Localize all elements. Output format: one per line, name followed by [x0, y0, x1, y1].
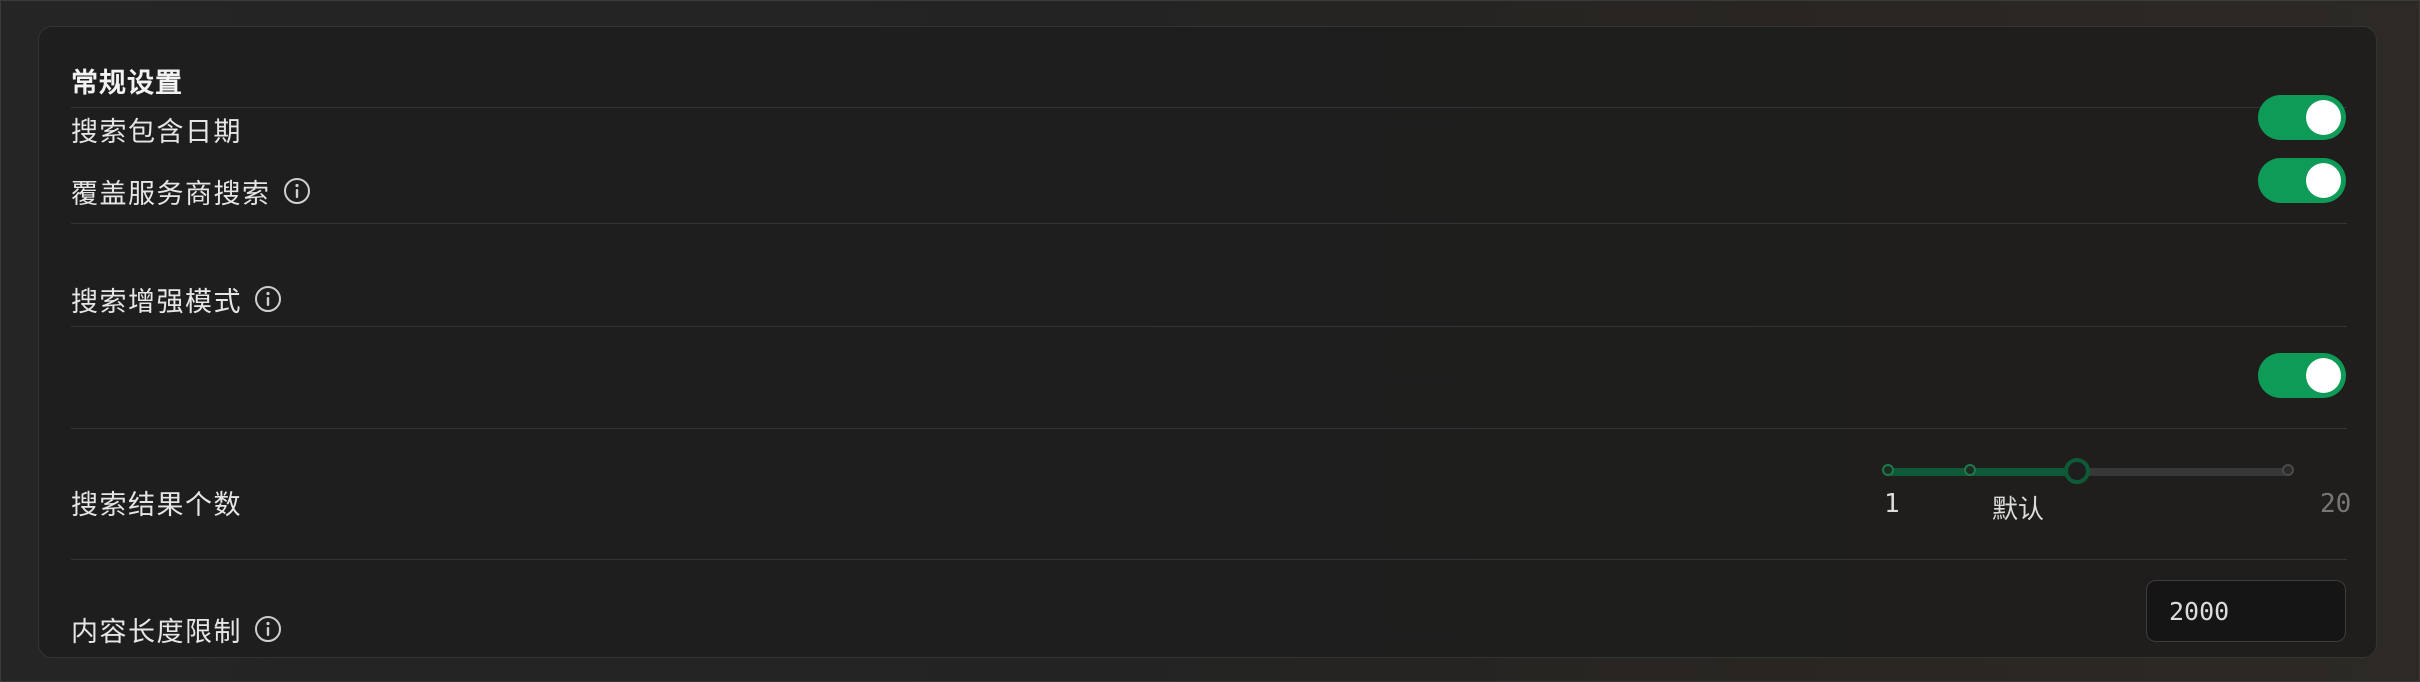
divider	[71, 107, 2347, 108]
slider-stop-default	[1964, 464, 1976, 476]
toggle-knob	[2306, 100, 2341, 135]
slider-thumb[interactable]	[2064, 458, 2090, 484]
setting-row-override-provider: 覆盖服务商搜索	[71, 161, 311, 221]
setting-row-result-count: 搜索结果个数	[71, 467, 242, 537]
content-length-input[interactable]	[2146, 580, 2346, 642]
divider	[71, 326, 2347, 327]
divider	[71, 559, 2347, 560]
divider	[71, 428, 2347, 429]
include-date-toggle[interactable]	[2258, 95, 2346, 140]
toggle-knob	[2306, 163, 2341, 198]
info-icon[interactable]	[254, 285, 282, 313]
info-icon[interactable]	[283, 177, 311, 205]
enhanced-mode-toggle[interactable]	[2258, 353, 2346, 398]
slider-min-label: 1	[1884, 489, 1900, 519]
setting-row-enhanced-mode: 搜索增强模式	[71, 275, 282, 323]
setting-label: 搜索结果个数	[71, 489, 242, 521]
toggle-knob	[2306, 358, 2341, 393]
slider-stop-min	[1882, 464, 1894, 476]
setting-label: 内容长度限制	[71, 616, 242, 648]
setting-row-content-length: 内容长度限制	[71, 593, 282, 665]
slider-fill	[1888, 468, 2077, 476]
setting-row-include-date: 搜索包含日期	[71, 93, 242, 165]
result-count-slider[interactable]: 1 默认 20	[1882, 438, 2351, 525]
divider	[71, 223, 2347, 224]
setting-label: 搜索增强模式	[71, 286, 242, 318]
slider-default-label: 默认	[1992, 495, 2045, 525]
info-icon[interactable]	[254, 615, 282, 643]
slider-stop-max	[2282, 464, 2294, 476]
general-settings-card: 常规设置 搜索包含日期 覆盖服务商搜索 搜索增强模式 搜索结果个数 内容长度限制	[38, 26, 2377, 658]
slider-max-label: 20	[2320, 489, 2352, 519]
setting-label: 搜索包含日期	[71, 116, 242, 148]
setting-label: 覆盖服务商搜索	[71, 178, 271, 210]
override-provider-toggle[interactable]	[2258, 158, 2346, 203]
